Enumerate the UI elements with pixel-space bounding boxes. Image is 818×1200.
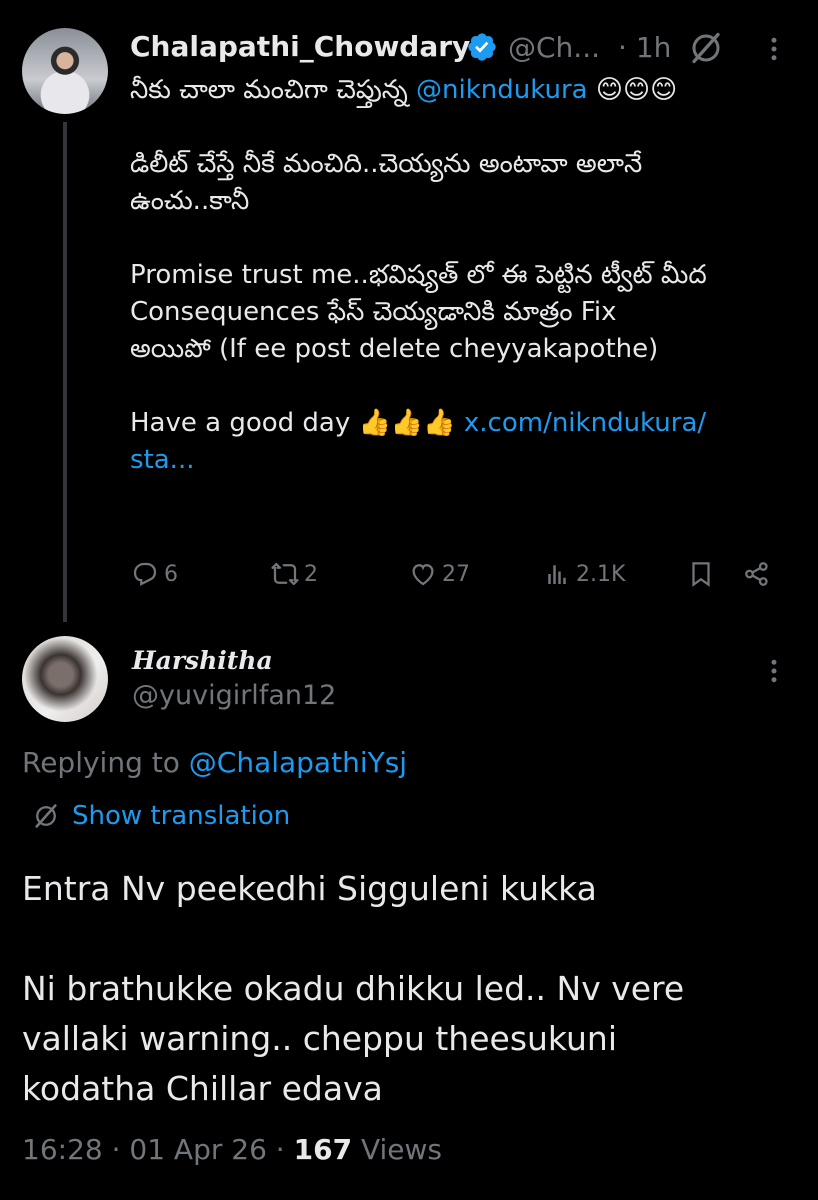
tweet-link-cont[interactable]: sta...: [130, 445, 194, 475]
views-icon: [548, 565, 566, 584]
timestamp: 16:28: [22, 1133, 103, 1166]
views-count: 167: [293, 1133, 353, 1166]
repost-button[interactable]: 2: [270, 556, 318, 592]
author-name[interactable]: Harshitha: [132, 646, 273, 675]
author-name[interactable]: Chalapathi_Chowdary: [130, 30, 470, 63]
reply-icon: [133, 562, 157, 586]
tweet-actions: 6 2 27 2.1K: [130, 556, 790, 592]
tweet-link[interactable]: x.com/nikndukura/: [464, 408, 706, 438]
replying-to-mention[interactable]: @ChalapathiYsj: [189, 746, 407, 779]
replying-to: Replying to @ChalapathiYsj: [22, 746, 408, 779]
emoji: 😊😊😊: [595, 75, 678, 105]
repost-icon: [271, 562, 299, 586]
date: 01 Apr 26: [129, 1133, 267, 1166]
like-icon: [412, 564, 434, 586]
like-button[interactable]: 27: [408, 556, 470, 592]
grok-icon[interactable]: [688, 30, 724, 66]
tweet-text: నీకు చాలా మంచిగా చెప్తున్న @nikndukura 😊…: [130, 75, 707, 475]
avatar[interactable]: [22, 636, 108, 722]
bookmark-icon: [692, 562, 710, 587]
reply-button[interactable]: 6: [130, 556, 178, 592]
tweet-time[interactable]: · 1h: [618, 31, 671, 64]
show-translation-button[interactable]: Show translation: [32, 801, 290, 831]
avatar[interactable]: [22, 28, 108, 114]
translate-icon: [35, 804, 57, 828]
share-icon: [745, 562, 768, 586]
reply-text: Entra Nv peekedhi Sigguleni kukka Ni bra…: [22, 869, 685, 1108]
author-handle[interactable]: @Ch...: [508, 31, 600, 64]
verified-badge-icon: [468, 33, 496, 61]
thread-connector: [63, 122, 67, 622]
more-icon[interactable]: [762, 656, 786, 686]
bookmark-button[interactable]: [686, 556, 716, 592]
share-button[interactable]: [742, 556, 772, 592]
author-handle[interactable]: @yuvigirlfan12: [132, 680, 336, 711]
views-button[interactable]: 2.1K: [542, 556, 625, 592]
tweet-meta: 16:28 · 01 Apr 26 · 167 Views: [22, 1133, 442, 1166]
mention-link[interactable]: @nikndukura: [416, 75, 588, 105]
more-icon[interactable]: [762, 34, 786, 64]
